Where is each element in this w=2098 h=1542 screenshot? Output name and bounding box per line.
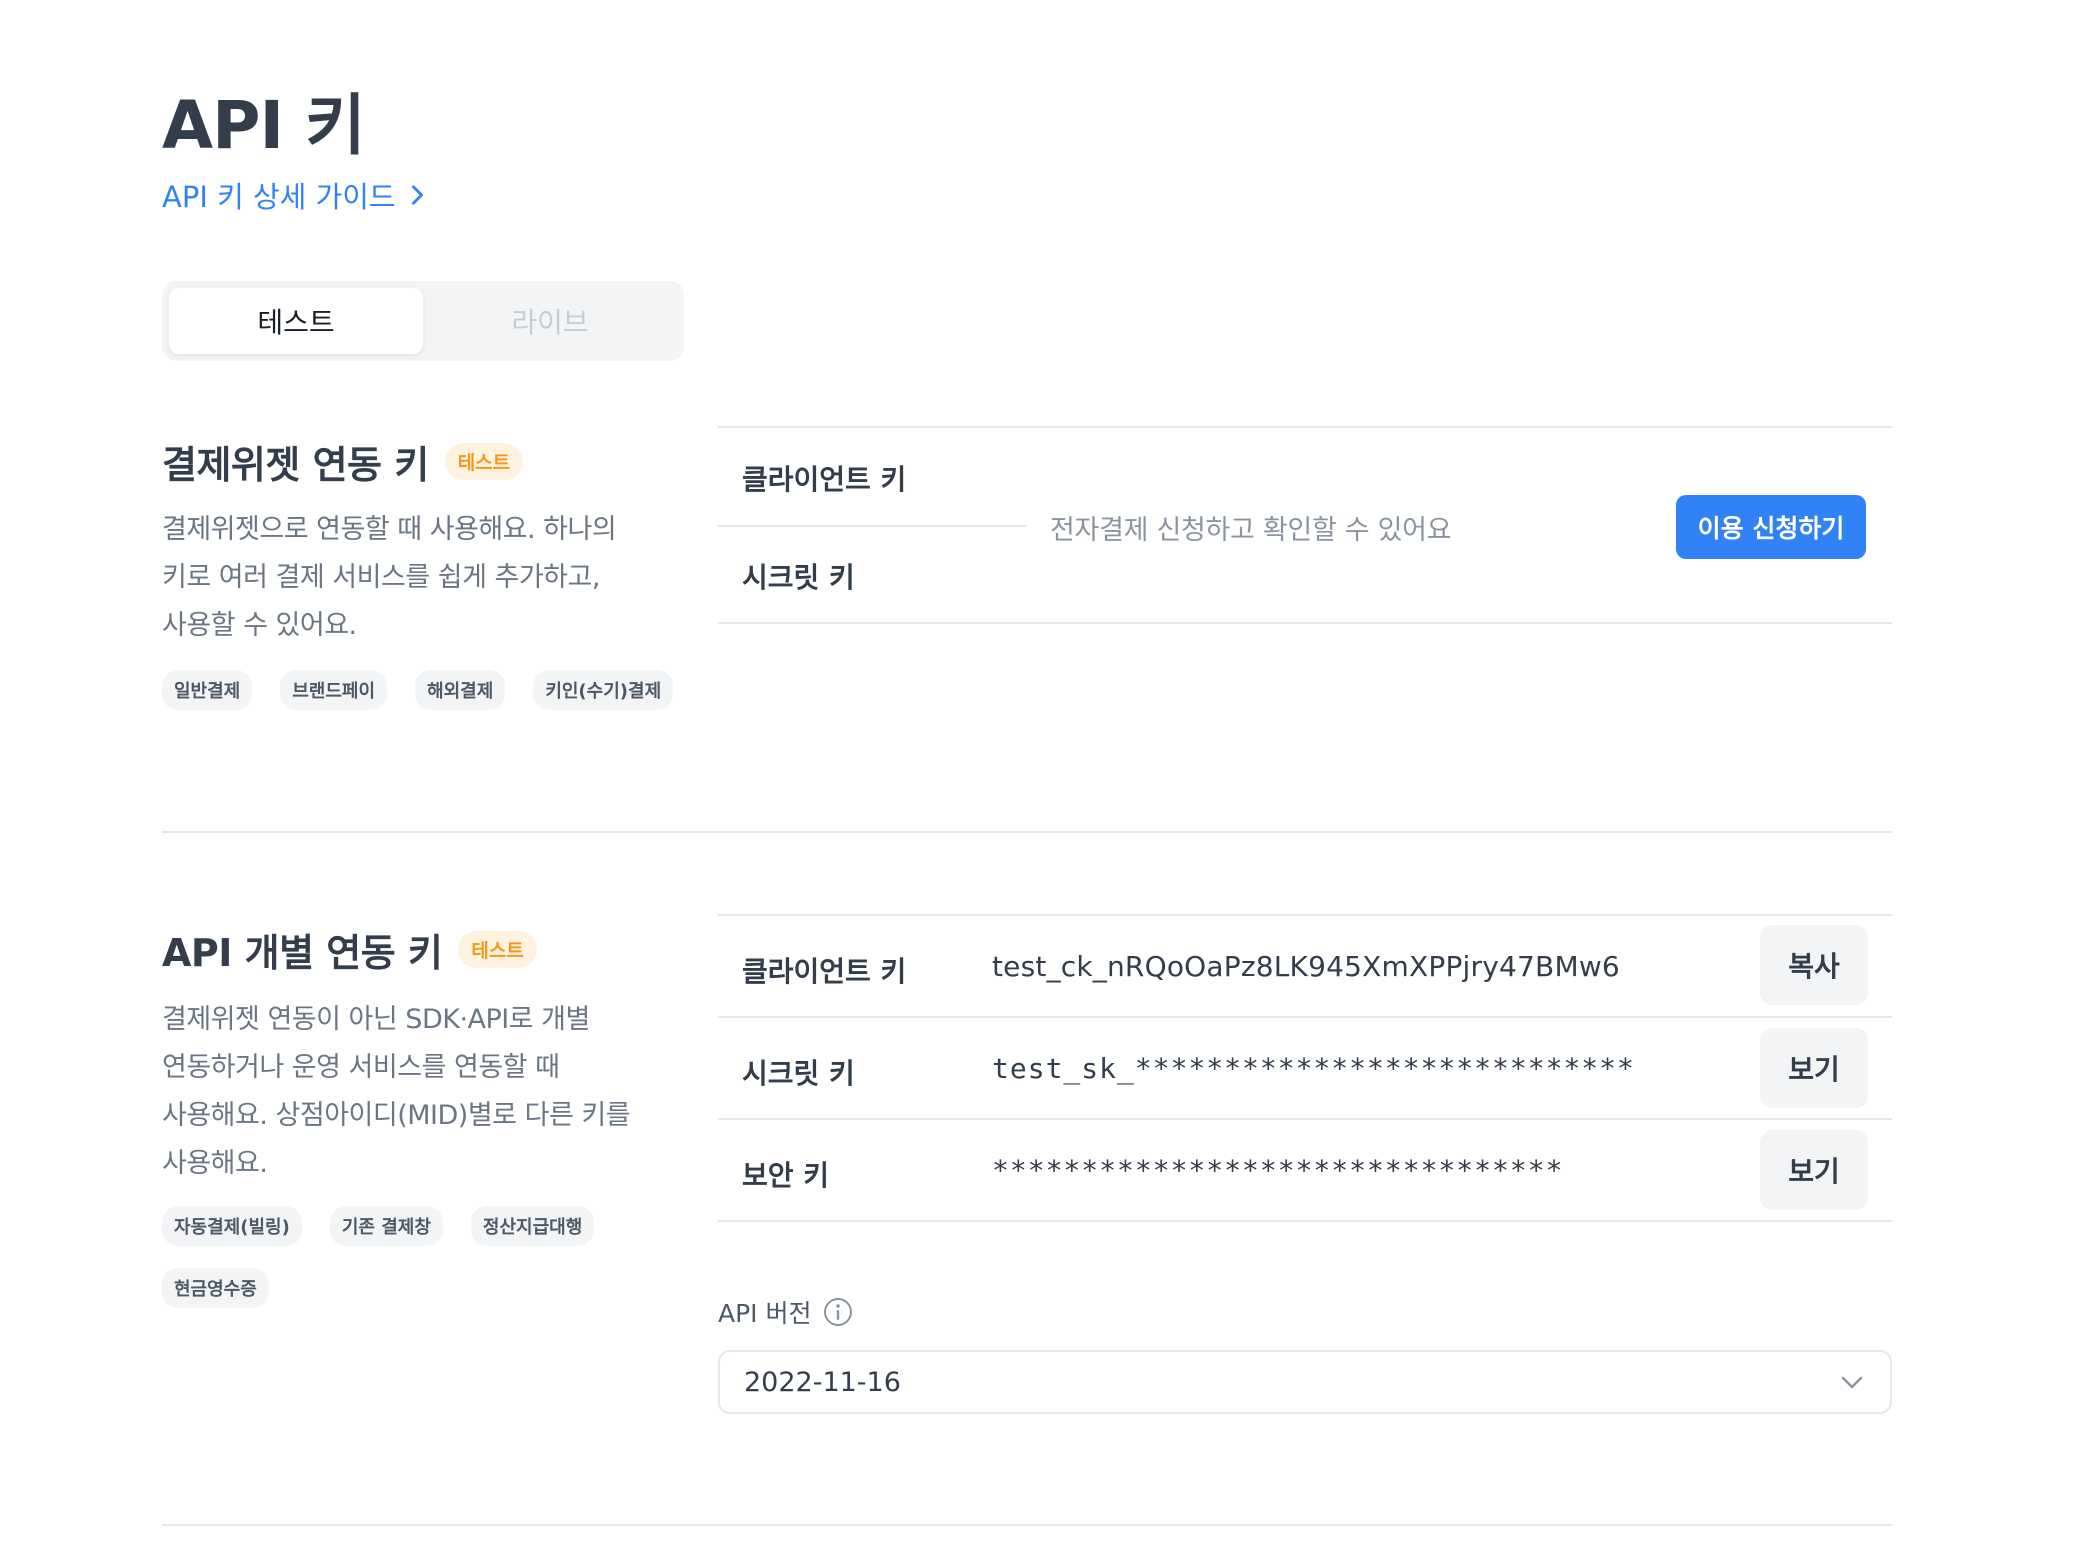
api-secret-key-label: 시크릿 키 (742, 1057, 855, 1090)
description-line: 키로 여러 결제 서비스를 쉽게 추가하고, (162, 562, 600, 593)
api-version-select[interactable]: 2022-11-16 (718, 1350, 1892, 1414)
chip-cash-receipt: 현금영수증 (162, 1268, 269, 1308)
description-line: 결제위젯 연동이 아닌 SDK·API로 개별 (162, 1004, 590, 1035)
chip-billing: 자동결제(빌링) (162, 1206, 302, 1246)
description-line: 연동하거나 운영 서비스를 연동할 때 (162, 1052, 560, 1083)
divider (718, 622, 1892, 624)
description-line: 사용해요. 상점아이디(MID)별로 다른 키를 (162, 1100, 631, 1131)
divider (718, 1016, 1892, 1018)
chevron-down-icon (1841, 1376, 1863, 1389)
divider (718, 1118, 1892, 1120)
chip-brandpay: 브랜드페이 (280, 670, 388, 710)
test-badge: 테스트 (444, 443, 524, 480)
divider (718, 914, 1892, 916)
chip-keyin-payment: 키인(수기)결제 (533, 670, 674, 710)
info-icon[interactable] (822, 1296, 854, 1328)
widget-section-title: 결제위젯 연동 키 테스트 (162, 434, 524, 489)
api-section-title-text: API 개별 연동 키 (162, 931, 443, 975)
show-secret-key-button[interactable]: 보기 (1760, 1028, 1868, 1108)
api-section-title: API 개별 연동 키 테스트 (162, 922, 537, 977)
api-version-label: API 버전 (718, 1294, 854, 1330)
show-security-key-button[interactable]: 보기 (1760, 1130, 1868, 1210)
api-version-label-text: API 버전 (718, 1299, 812, 1328)
api-section-description: 결제위젯 연동이 아닌 SDK·API로 개별 연동하거나 운영 서비스를 연동… (162, 996, 682, 1188)
guide-link-label: API 키 상세 가이드 (162, 180, 396, 214)
api-keys-page: API 키 API 키 상세 가이드 테스트 라이브 결제위젯 연동 키 테스트… (0, 0, 2098, 1542)
divider (718, 426, 1892, 428)
description-line: 결제위젯으로 연동할 때 사용해요. 하나의 (162, 514, 617, 545)
section-divider (162, 831, 1892, 833)
divider (718, 1220, 1892, 1222)
description-line: 사용할 수 있어요. (162, 610, 357, 641)
widget-secret-key-label: 시크릿 키 (742, 561, 855, 594)
description-line: 사용해요. (162, 1148, 268, 1179)
test-badge: 테스트 (458, 931, 537, 968)
api-key-guide-link[interactable]: API 키 상세 가이드 (162, 174, 428, 216)
apply-button[interactable]: 이용 신청하기 (1676, 495, 1866, 559)
widget-payment-chips: 일반결제 브랜드페이 해외결제 키인(수기)결제 (162, 670, 682, 710)
chip-general-payment: 일반결제 (162, 670, 253, 710)
tab-live[interactable]: 라이브 (423, 288, 677, 354)
widget-client-key-label: 클라이언트 키 (742, 463, 907, 496)
tab-test[interactable]: 테스트 (169, 288, 423, 354)
environment-segmented-control: 테스트 라이브 (162, 281, 684, 361)
chip-settlement-payout: 정산지급대행 (470, 1206, 595, 1246)
api-payment-chips: 자동결제(빌링) 기존 결제창 정산지급대행 현금영수증 (162, 1206, 682, 1308)
api-client-key-value: test_ck_nRQoOaPz8LK945XmXPPjry47BMw6 (992, 950, 1620, 983)
security-key-value: ******************************** (992, 1154, 1564, 1187)
apply-notice: 전자결제 신청하고 확인할 수 있어요 (1050, 515, 1452, 546)
page-title: API 키 (162, 87, 366, 164)
chip-legacy-checkout: 기존 결제창 (329, 1206, 443, 1246)
api-secret-key-value: test_sk_**************************** (992, 1052, 1635, 1085)
section-divider (162, 1524, 1892, 1526)
widget-section-description: 결제위젯으로 연동할 때 사용해요. 하나의 키로 여러 결제 서비스를 쉽게 … (162, 506, 682, 650)
divider (718, 525, 1026, 527)
security-key-label: 보안 키 (742, 1159, 830, 1192)
api-version-value: 2022-11-16 (744, 1366, 901, 1398)
api-client-key-label: 클라이언트 키 (742, 955, 907, 988)
copy-client-key-button[interactable]: 복사 (1760, 925, 1868, 1005)
widget-section-title-text: 결제위젯 연동 키 (162, 443, 429, 487)
chip-overseas-payment: 해외결제 (415, 670, 506, 710)
chevron-right-icon (411, 185, 423, 205)
